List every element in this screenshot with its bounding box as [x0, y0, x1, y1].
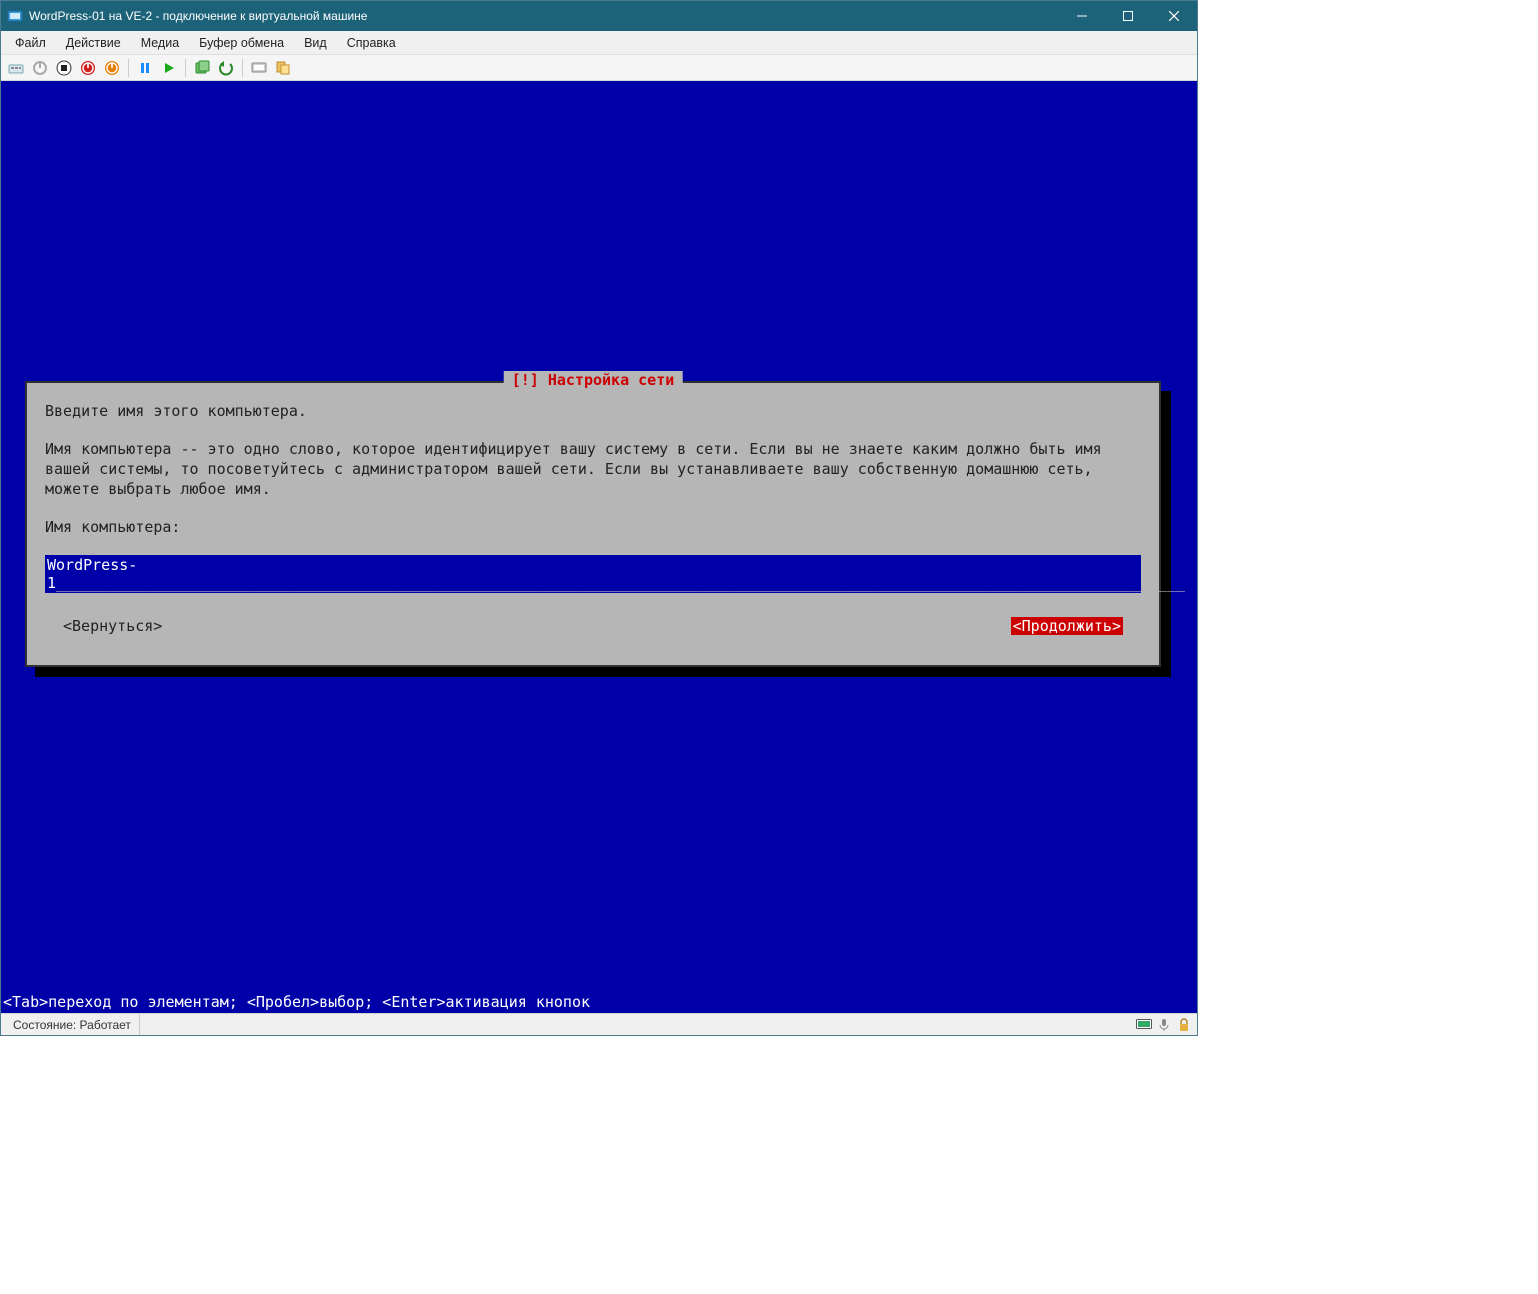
toolbar-separator [128, 59, 129, 77]
menu-media[interactable]: Медиа [133, 34, 187, 52]
window-title: WordPress-01 на VE-2 - подключение к вир… [29, 9, 1059, 23]
maximize-button[interactable] [1105, 1, 1151, 31]
back-button[interactable]: <Вернуться> [63, 617, 162, 635]
lock-icon [1175, 1016, 1193, 1034]
pause-button[interactable] [134, 57, 156, 79]
app-icon [7, 8, 23, 24]
menu-file[interactable]: Файл [7, 34, 54, 52]
keyboard-hint: <Tab>переход по элементам; <Пробел>выбор… [1, 992, 1197, 1013]
shutdown-button[interactable] [77, 57, 99, 79]
window-controls [1059, 1, 1197, 31]
hostname-field-row: WordPress-1_____________________________… [45, 555, 1141, 593]
stop-button[interactable] [53, 57, 75, 79]
statusbar: Состояние: Работает [1, 1013, 1197, 1035]
menu-help[interactable]: Справка [339, 34, 404, 52]
dialog-explain: Имя компьютера -- это одно слово, которо… [45, 439, 1141, 499]
minimize-button[interactable] [1059, 1, 1105, 31]
toolbar-separator [185, 59, 186, 77]
menu-clipboard[interactable]: Буфер обмена [191, 34, 292, 52]
status-text: Состояние: Работает [5, 1014, 140, 1035]
dialog-title: [!] Настройка сети [504, 371, 683, 389]
menu-view[interactable]: Вид [296, 34, 335, 52]
dialog-body: Введите имя этого компьютера. Имя компью… [27, 383, 1159, 551]
display-icon [1135, 1016, 1153, 1034]
menubar: Файл Действие Медиа Буфер обмена Вид Спр… [1, 31, 1197, 55]
dialog-prompt: Введите имя этого компьютера. [45, 401, 1141, 421]
toolbar [1, 55, 1197, 81]
close-button[interactable] [1151, 1, 1197, 31]
reset-button[interactable] [101, 57, 123, 79]
turnoff-gray-button[interactable] [29, 57, 51, 79]
menu-action[interactable]: Действие [58, 34, 129, 52]
vm-console[interactable]: [!] Настройка сети Введите имя этого ком… [1, 81, 1197, 1013]
field-label: Имя компьютера: [45, 517, 1141, 537]
hostname-input[interactable]: WordPress-1_____________________________… [45, 555, 1141, 593]
enhanced-session-button[interactable] [248, 57, 270, 79]
start-button[interactable] [158, 57, 180, 79]
continue-button[interactable]: <Продолжить> [1011, 617, 1123, 635]
input-filler: ________________________________________… [56, 574, 1185, 592]
share-button[interactable] [272, 57, 294, 79]
revert-button[interactable] [215, 57, 237, 79]
checkpoint-button[interactable] [191, 57, 213, 79]
toolbar-separator [242, 59, 243, 77]
dialog-buttons: <Вернуться> <Продолжить> [27, 593, 1159, 645]
ctrl-alt-del-button[interactable] [5, 57, 27, 79]
window-titlebar: WordPress-01 на VE-2 - подключение к вир… [1, 1, 1197, 31]
microphone-icon [1155, 1016, 1173, 1034]
installer-dialog: [!] Настройка сети Введите имя этого ком… [25, 381, 1161, 667]
